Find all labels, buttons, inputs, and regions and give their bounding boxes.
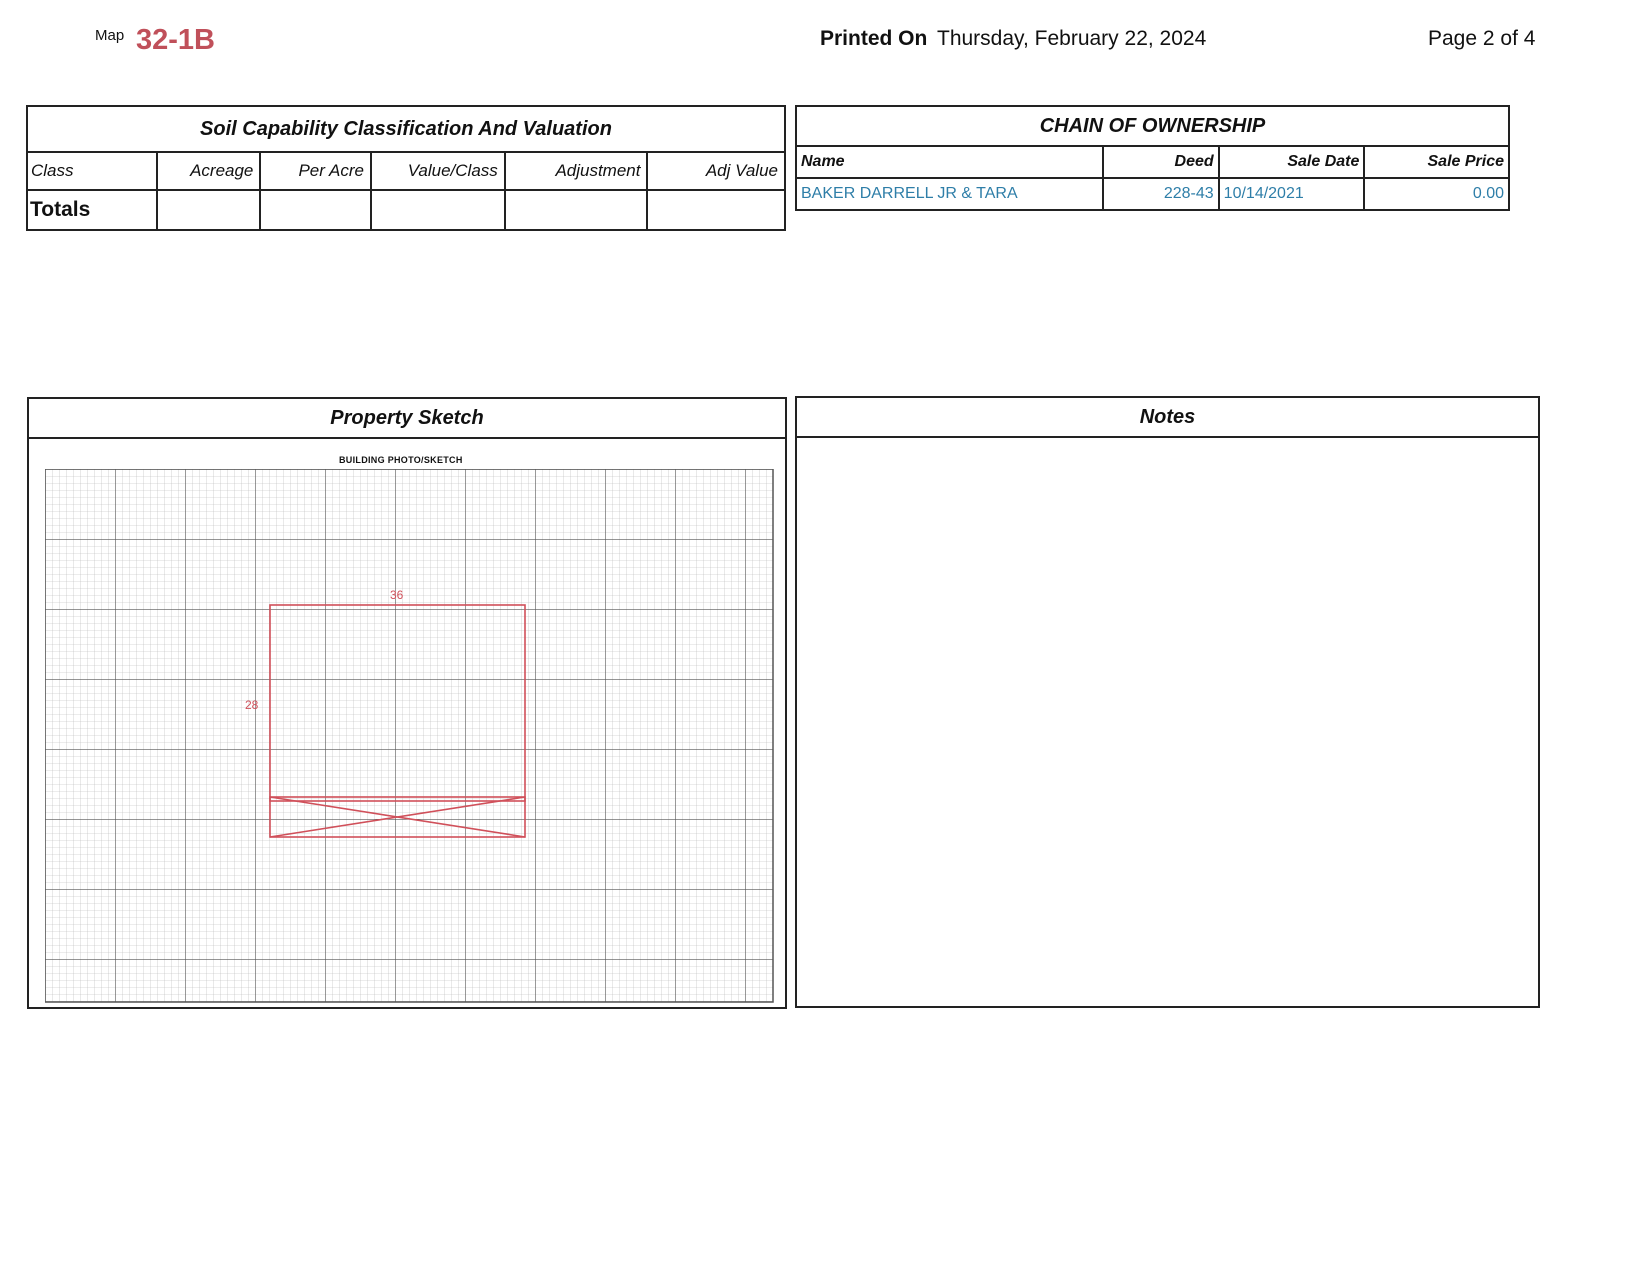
owner-name: BAKER DARRELL JR & TARA [795,177,1104,211]
chain-of-ownership-table: CHAIN OF OWNERSHIP Name Deed Sale Date S… [795,105,1510,211]
sale-price: 0.00 [1363,177,1510,211]
table-row: BAKER DARRELL JR & TARA 228-43 10/14/202… [795,177,1510,211]
chain-col-sale-price: Sale Price [1363,145,1510,179]
property-sketch-panel: Property Sketch BUILDING PHOTO/SKETCH 36… [27,397,787,1009]
deed: 228-43 [1101,177,1220,211]
soil-col-per-acre: Per Acre [259,151,372,191]
notes-panel: Notes [795,396,1540,1008]
chain-col-deed: Deed [1101,145,1220,179]
printed-on-label: Printed On [820,27,928,50]
soil-col-class: Class [26,151,158,191]
notes-title: Notes [797,398,1538,438]
chain-table-title: CHAIN OF OWNERSHIP [795,105,1510,147]
sketch-title: Property Sketch [29,399,785,439]
totals-cell [369,189,506,231]
soil-col-adj-value: Adj Value [646,151,786,191]
chain-col-name: Name [795,145,1104,179]
chain-col-sale-date: Sale Date [1217,145,1366,179]
soil-totals-row: Totals [26,189,786,231]
page-info: Page 2 of 4 [1428,27,1536,50]
totals-cell [155,189,262,231]
sketch-grid: 36 28 [45,469,774,1003]
soil-col-value-class: Value/Class [369,151,506,191]
soil-col-adjustment: Adjustment [503,151,649,191]
totals-label: Totals [26,189,158,231]
sale-date: 10/14/2021 [1217,177,1366,211]
totals-cell [646,189,786,231]
map-id: 32-1B [136,24,215,56]
sketch-caption: BUILDING PHOTO/SKETCH [339,455,463,465]
map-label: Map [95,27,125,44]
dimension-top: 36 [390,588,404,602]
grid-paper [45,469,774,1003]
soil-classification-table: Soil Capability Classification And Valua… [26,105,786,231]
printed-date: Thursday, February 22, 2024 [937,27,1207,50]
soil-table-title: Soil Capability Classification And Valua… [26,105,786,153]
soil-col-acreage: Acreage [155,151,262,191]
dimension-side: 28 [245,698,259,712]
totals-cell [259,189,372,231]
totals-cell [503,189,649,231]
